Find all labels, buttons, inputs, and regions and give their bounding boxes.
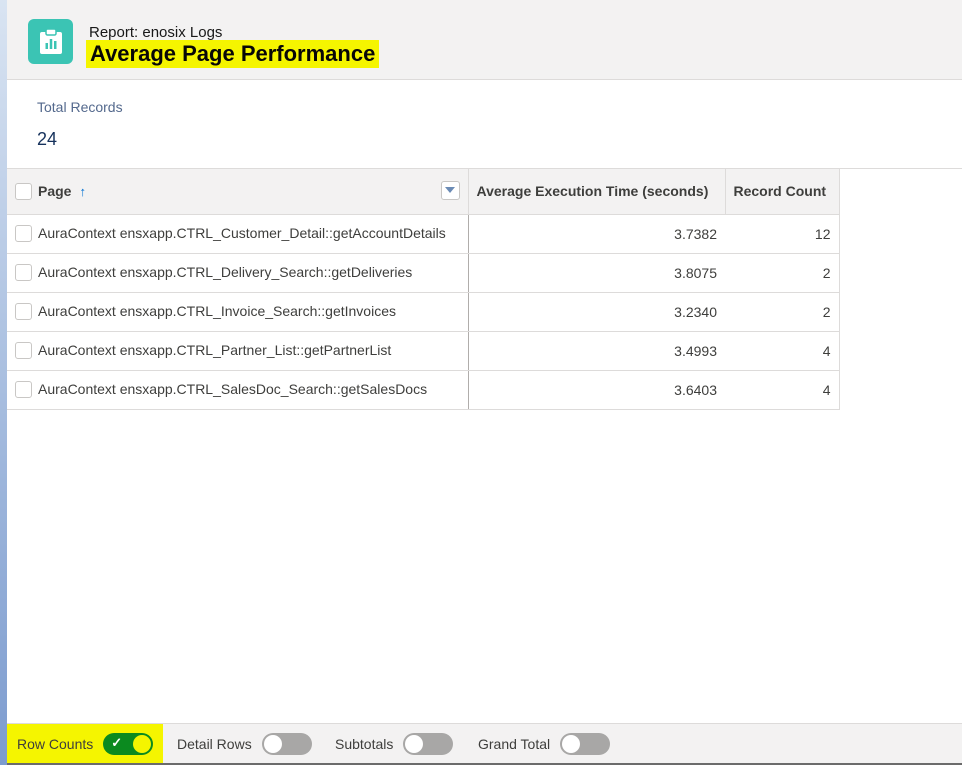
row-checkbox[interactable] [15, 264, 32, 282]
report-icon [28, 19, 73, 64]
table-row: AuraContext ensxapp.CTRL_Delivery_Search… [7, 253, 840, 293]
column-header-record-count[interactable]: Record Count [725, 169, 840, 215]
record-count-cell: 4 [725, 370, 840, 410]
table-row: AuraContext ensxapp.CTRL_Invoice_Search:… [7, 292, 840, 332]
table-row: AuraContext ensxapp.CTRL_Customer_Detail… [7, 214, 840, 254]
row-counts-control[interactable]: Row Counts ✓ [7, 724, 164, 763]
row-counts-toggle[interactable]: ✓ [103, 732, 154, 755]
table-row: AuraContext ensxapp.CTRL_SalesDoc_Search… [7, 370, 840, 410]
detail-rows-toggle[interactable] [261, 733, 312, 755]
row-checkbox[interactable] [15, 381, 32, 399]
table-row: AuraContext ensxapp.CTRL_Partner_List::g… [7, 331, 840, 371]
select-all-checkbox[interactable] [15, 182, 32, 200]
record-count-cell: 2 [725, 292, 840, 332]
page-cell: AuraContext ensxapp.CTRL_Partner_List::g… [38, 341, 392, 358]
avg-time-cell: 3.2340 [468, 292, 725, 332]
subtotals-control[interactable]: Subtotals [335, 724, 454, 764]
check-icon: ✓ [111, 734, 123, 750]
avg-time-cell: 3.7382 [468, 214, 725, 254]
subtotals-toggle[interactable] [403, 733, 454, 755]
detail-rows-control[interactable]: Detail Rows [177, 724, 312, 764]
report-type-label: Report: enosix Logs [89, 24, 223, 41]
column-header-page[interactable]: Page ↑ [7, 169, 469, 215]
grand-total-toggle[interactable] [560, 733, 611, 755]
row-counts-label: Row Counts [17, 735, 94, 752]
column-header-avg-execution-time[interactable]: Average Execution Time (seconds) [468, 169, 726, 215]
row-checkbox[interactable] [15, 303, 32, 321]
table-header-row: Page ↑ Average Execution Time (seconds) … [7, 169, 840, 215]
grand-total-label: Grand Total [478, 736, 551, 752]
row-checkbox[interactable] [15, 225, 32, 243]
detail-rows-label: Detail Rows [177, 736, 252, 752]
total-records-value: 24 [37, 129, 58, 149]
record-count-cell: 2 [725, 253, 840, 293]
report-table: Page ↑ Average Execution Time (seconds) … [7, 168, 962, 410]
avg-time-cell: 3.8075 [468, 253, 725, 293]
row-checkbox[interactable] [15, 342, 32, 360]
avg-time-cell: 3.6403 [468, 370, 725, 410]
report-header: Report: enosix Logs Average Page Perform… [7, 0, 962, 80]
column-header-page-label: Page [38, 183, 72, 200]
record-count-cell: 4 [725, 331, 840, 371]
page-cell: AuraContext ensxapp.CTRL_Delivery_Search… [38, 263, 413, 280]
page-cell: AuraContext ensxapp.CTRL_Customer_Detail… [38, 224, 446, 241]
grand-total-control[interactable]: Grand Total [478, 724, 611, 764]
page-cell: AuraContext ensxapp.CTRL_SalesDoc_Search… [38, 380, 428, 397]
record-count-cell: 12 [725, 214, 840, 254]
subtotals-label: Subtotals [335, 736, 394, 752]
total-records-label: Total Records [37, 99, 123, 115]
avg-time-cell: 3.4993 [468, 331, 725, 371]
page-cell: AuraContext ensxapp.CTRL_Invoice_Search:… [38, 302, 396, 319]
column-menu-chevron-down-icon[interactable] [440, 180, 460, 200]
left-edge-stripe [0, 0, 7, 765]
page-title: Average Page Performance [86, 40, 380, 68]
report-footer-toolbar: Row Counts ✓ Detail Rows Subtotals Grand… [7, 723, 962, 765]
sort-ascending-icon[interactable]: ↑ [79, 184, 86, 199]
